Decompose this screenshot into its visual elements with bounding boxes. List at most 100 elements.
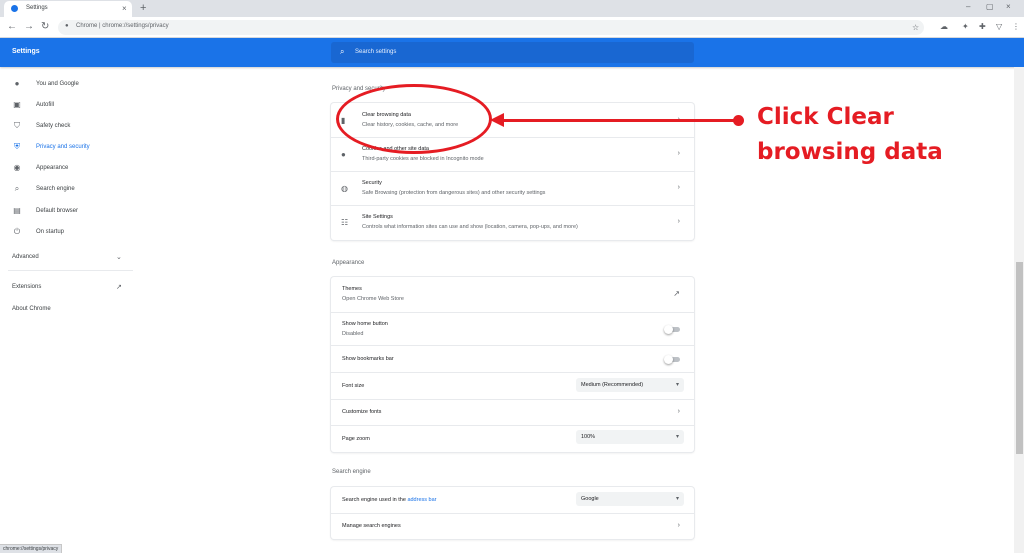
minimize-button[interactable]: –	[966, 2, 970, 11]
search-input[interactable]: ⌕ Search settings	[331, 42, 694, 63]
row-bookmarks-bar[interactable]: Show bookmarks bar	[331, 345, 694, 372]
row-separator	[331, 171, 694, 172]
font-size-select[interactable]: Medium (Recommended) ▾	[576, 378, 684, 392]
tab-title: Settings	[26, 5, 48, 11]
row-title: Site Settings	[362, 214, 393, 220]
shield-icon: ⛨	[14, 142, 20, 151]
address-bar-url: Chrome | chrome://settings/privacy	[76, 23, 169, 29]
annotation-arrowhead	[490, 113, 504, 127]
address-bar[interactable]: ● Chrome | chrome://settings/privacy ☆	[58, 20, 924, 35]
sidebar-extensions[interactable]: Extensions ↗	[12, 284, 124, 291]
extension-v-icon[interactable]: ▽	[996, 22, 1002, 31]
extension-cloud-icon[interactable]: ☁	[940, 22, 948, 31]
extension-icon[interactable]: ✦	[962, 22, 969, 31]
more-menu-icon[interactable]: ⋮	[1012, 22, 1020, 31]
open-in-new-icon: ↗	[116, 284, 122, 291]
annotation-arrow-line	[503, 119, 737, 122]
annotation-ellipse	[336, 84, 492, 154]
person-icon: ●	[14, 79, 20, 88]
sidebar-about-chrome[interactable]: About Chrome	[12, 306, 51, 312]
search-icon: ⌕	[14, 184, 20, 193]
sidebar-item-label: Safety check	[36, 123, 71, 129]
sidebar-item-label: Default browser	[36, 208, 79, 214]
row-customize-fonts[interactable]: Customize fonts ›	[331, 399, 694, 425]
sidebar-item-label: You and Google	[36, 81, 79, 87]
row-subtitle: Open Chrome Web Store	[342, 296, 404, 302]
close-window-button[interactable]: ×	[1006, 2, 1011, 11]
page-zoom-select[interactable]: 100% ▾	[576, 430, 684, 444]
annotation-line-2: browsing data	[757, 139, 943, 165]
tab-strip: Settings × + – ▢ ×	[0, 0, 1024, 17]
chevron-right-icon: ›	[677, 218, 680, 225]
font-size-value: Medium (Recommended)	[581, 382, 644, 388]
row-title: Search engine used in the address bar	[342, 497, 436, 503]
row-separator	[331, 372, 694, 373]
status-url-bubble: chrome://settings/privacy	[0, 544, 63, 553]
sidebar-extensions-label: Extensions	[12, 284, 42, 290]
settings-header: Settings ⌕ Search settings	[0, 38, 1024, 67]
address-bar-link[interactable]: address bar	[407, 497, 436, 503]
annotation-dot	[733, 115, 744, 126]
row-title: Show home button	[342, 321, 388, 327]
search-engine-value: Google	[581, 496, 599, 502]
row-site-settings[interactable]: ☷ Site Settings Controls what informatio…	[331, 205, 694, 240]
row-title: Page zoom	[342, 436, 370, 442]
row-manage-search-engines[interactable]: Manage search engines ›	[331, 513, 694, 539]
settings-favicon-icon	[11, 5, 18, 12]
row-subtitle: Third-party cookies are blocked in Incog…	[362, 156, 484, 162]
forward-button[interactable]: →	[24, 21, 34, 32]
clipboard-icon: ▣	[13, 100, 21, 109]
row-security[interactable]: ◍ Security Safe Browsing (protection fro…	[331, 171, 694, 205]
power-icon: ⏻	[13, 227, 21, 236]
puzzle-icon[interactable]: ✚	[979, 22, 986, 31]
scrollbar-thumb[interactable]	[1016, 262, 1023, 454]
row-title: Customize fonts	[342, 409, 382, 415]
back-button[interactable]: ←	[7, 21, 17, 32]
home-button-toggle[interactable]	[664, 325, 682, 334]
browser-toolbar: ← → ↻ ● Chrome | chrome://settings/priva…	[0, 17, 1024, 38]
cookie-icon: ●	[341, 150, 346, 159]
dropdown-arrow-icon: ▾	[675, 496, 679, 502]
chevron-right-icon: ›	[677, 150, 680, 157]
row-subtitle: Controls what information sites can use …	[362, 224, 578, 230]
maximize-button[interactable]: ▢	[986, 2, 994, 11]
sidebar-advanced[interactable]: Advanced ⌄	[12, 254, 124, 261]
sidebar-advanced-label: Advanced	[12, 254, 39, 260]
chevron-right-icon: ›	[677, 184, 680, 191]
sidebar-item-label: Search engine	[36, 186, 75, 192]
sidebar-item-label: On startup	[36, 229, 65, 235]
section-title-search-engine: Search engine	[332, 469, 371, 475]
search-icon: ⌕	[340, 47, 345, 56]
chevron-down-icon: ⌄	[116, 254, 122, 261]
toggle-knob	[664, 325, 673, 334]
sidebar-item-label: Privacy and security	[36, 144, 90, 150]
sidebar-item-label: Autofill	[36, 102, 55, 108]
row-separator	[331, 205, 694, 206]
browser-icon: ▤	[13, 206, 21, 215]
chevron-right-icon: ›	[677, 522, 680, 529]
dropdown-arrow-icon: ▾	[675, 434, 679, 440]
row-subtitle: Disabled	[342, 331, 364, 337]
palette-icon: ◉	[13, 163, 21, 172]
tab-close-icon[interactable]: ×	[122, 4, 127, 13]
row-home-button[interactable]: Show home button Disabled	[331, 312, 694, 345]
row-separator	[331, 425, 694, 426]
sidebar-about-label: About Chrome	[12, 306, 51, 312]
search-placeholder: Search settings	[355, 49, 397, 55]
section-title-appearance: Appearance	[332, 260, 365, 266]
site-info-icon[interactable]: ●	[65, 23, 69, 29]
search-engine-label: Search engine used in the	[342, 497, 408, 503]
new-tab-button[interactable]: +	[140, 2, 146, 14]
row-title: Font size	[342, 383, 365, 389]
row-subtitle: Safe Browsing (protection from dangerous…	[362, 190, 546, 196]
reload-button[interactable]: ↻	[41, 21, 49, 32]
search-engine-select[interactable]: Google ▾	[576, 492, 684, 506]
tab-settings[interactable]: Settings ×	[4, 1, 132, 17]
sidebar-item-label: Appearance	[36, 165, 69, 171]
bookmark-star-icon[interactable]: ☆	[912, 23, 919, 32]
annotation-line-1: Click Clear	[757, 104, 894, 130]
dropdown-arrow-icon: ▾	[675, 382, 679, 388]
row-themes[interactable]: Themes Open Chrome Web Store ↗	[331, 277, 694, 312]
bookmarks-bar-toggle[interactable]	[664, 355, 682, 364]
sidebar-divider	[8, 270, 133, 271]
